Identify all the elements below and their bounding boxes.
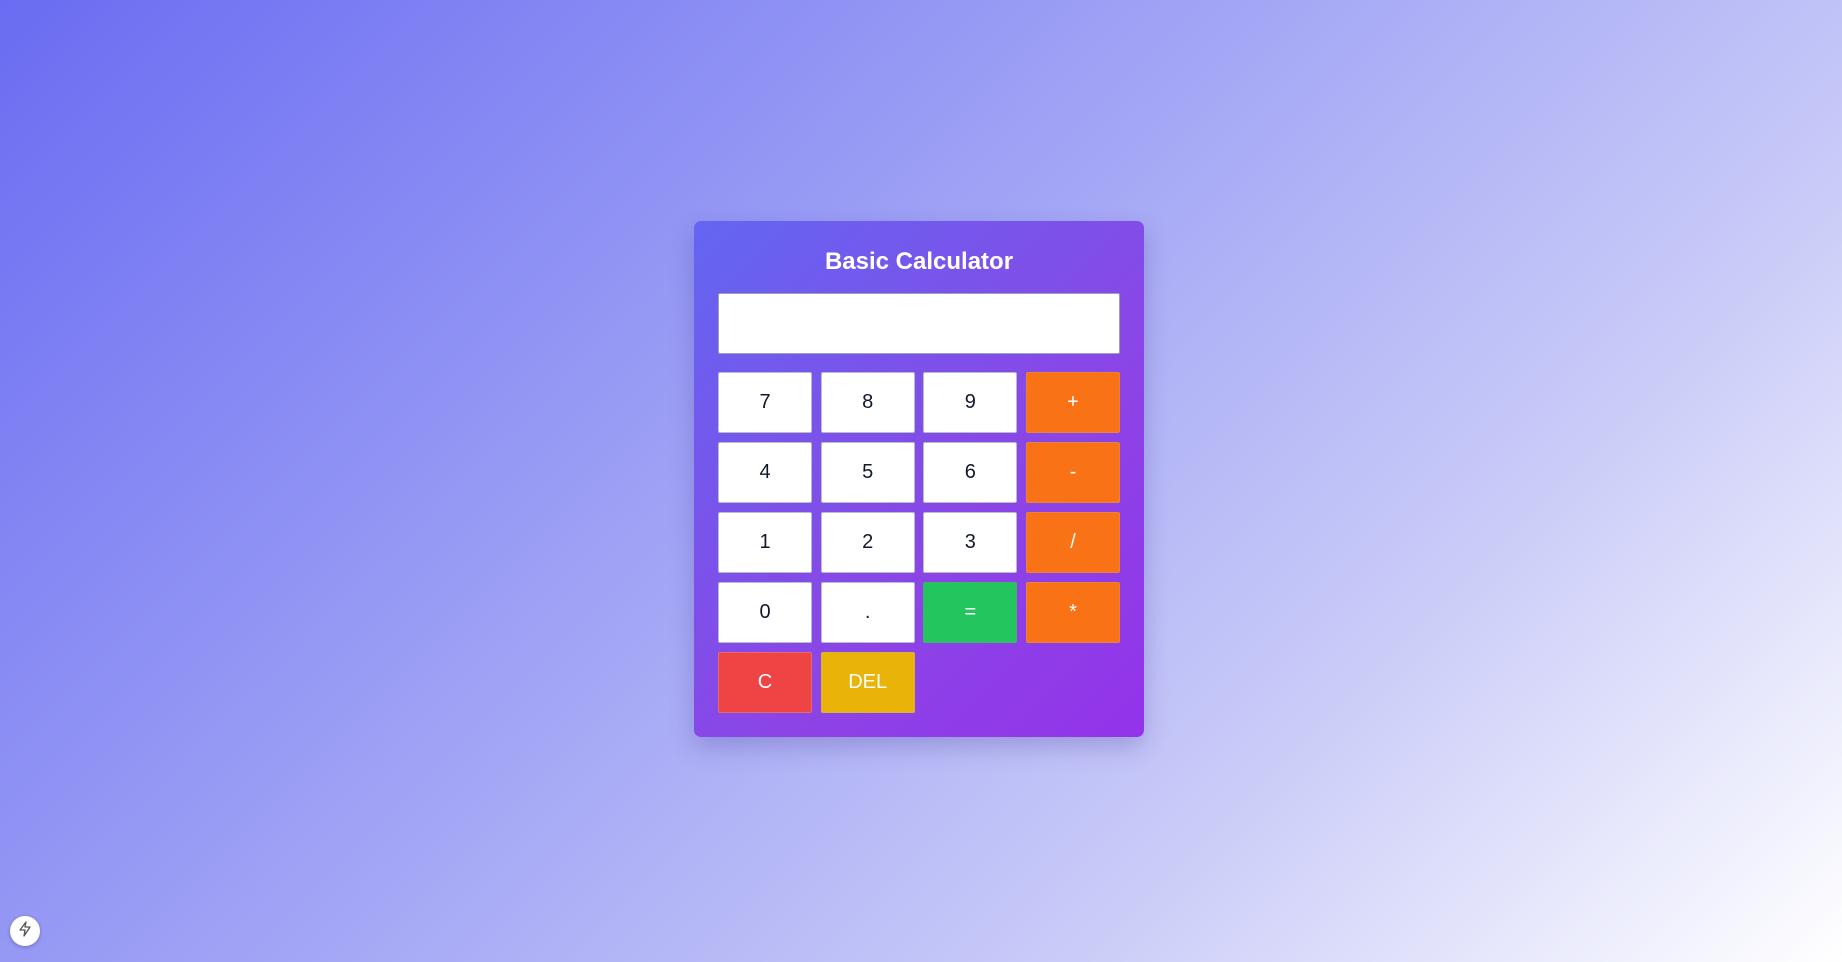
- key-3-button[interactable]: 3: [923, 512, 1018, 573]
- calculator-display[interactable]: [718, 293, 1120, 354]
- bolt-icon: [18, 920, 32, 942]
- key-8-button[interactable]: 8: [820, 372, 915, 433]
- decimal-button[interactable]: .: [820, 582, 915, 643]
- key-6-button[interactable]: 6: [923, 442, 1018, 503]
- corner-badge-button[interactable]: [10, 916, 40, 946]
- key-1-button[interactable]: 1: [718, 512, 812, 573]
- keypad: 7 8 9 + 4 5 6 - 1 2 3 / 0 . = * C DEL: [718, 372, 1120, 713]
- subtract-button[interactable]: -: [1025, 442, 1120, 503]
- key-4-button[interactable]: 4: [718, 442, 812, 503]
- divide-button[interactable]: /: [1025, 512, 1120, 573]
- calculator-title: Basic Calculator: [824, 248, 1014, 275]
- key-9-button[interactable]: 9: [923, 372, 1018, 433]
- calculator-panel: Basic Calculator 7 8 9 + 4 5 6 - 1 2 3 /…: [694, 221, 1144, 737]
- equals-button[interactable]: =: [923, 582, 1018, 643]
- add-button[interactable]: +: [1025, 372, 1120, 433]
- key-7-button[interactable]: 7: [718, 372, 812, 433]
- delete-button[interactable]: DEL: [820, 652, 915, 713]
- key-0-button[interactable]: 0: [718, 582, 812, 643]
- key-2-button[interactable]: 2: [820, 512, 915, 573]
- multiply-button[interactable]: *: [1025, 582, 1120, 643]
- key-5-button[interactable]: 5: [820, 442, 915, 503]
- clear-button[interactable]: C: [718, 652, 812, 713]
